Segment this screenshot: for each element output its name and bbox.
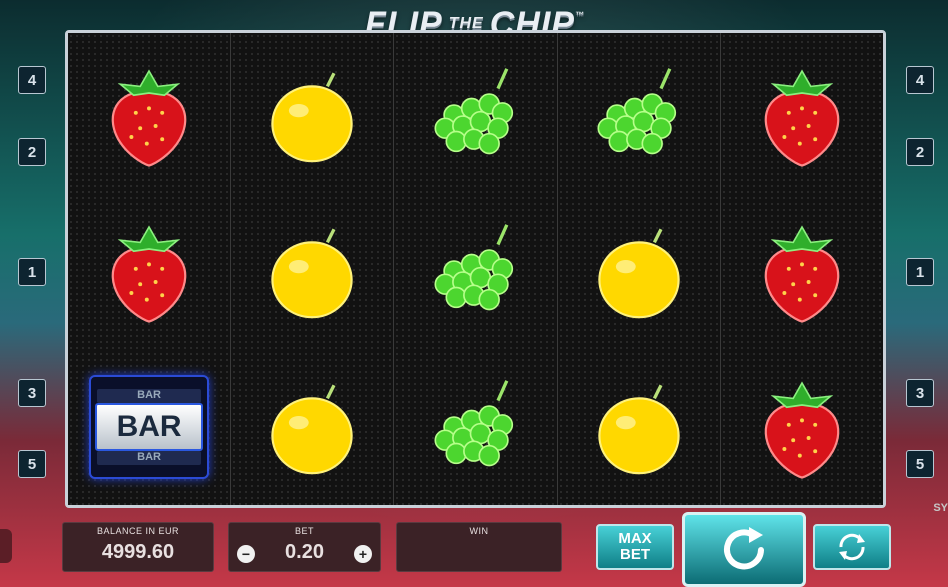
win-panel: WIN <box>396 522 562 572</box>
payline-marker-left-4[interactable]: 4 <box>18 66 46 94</box>
symbol-grapes <box>394 193 556 349</box>
symbol-lemon <box>558 349 720 505</box>
payline-marker-right-4[interactable]: 4 <box>906 66 934 94</box>
payline-marker-left-5[interactable]: 5 <box>18 450 46 478</box>
payline-marker-right-2[interactable]: 2 <box>906 138 934 166</box>
symbol-lemon <box>231 37 393 193</box>
reel-5 <box>720 33 884 505</box>
trademark: ™ <box>574 10 585 20</box>
symbol-lemon <box>558 193 720 349</box>
reel-window: BAR BAR BAR <box>65 30 886 508</box>
max-bet-button[interactable]: MAX BET <box>596 524 674 570</box>
max-bet-line2: BET <box>620 546 650 563</box>
reel-1: BAR BAR BAR <box>68 33 232 505</box>
symbol-strawberry <box>68 37 230 193</box>
grapes-icon <box>433 224 513 311</box>
strawberry-icon <box>764 69 840 167</box>
symbol-lemon <box>231 193 393 349</box>
reel-3 <box>394 33 558 505</box>
lemon-icon <box>598 228 680 319</box>
lemon-icon <box>271 72 353 163</box>
bet-increase-button[interactable]: + <box>354 545 372 563</box>
grapes-icon <box>433 380 513 467</box>
payline-marker-right-5[interactable]: 5 <box>906 450 934 478</box>
side-menu-handle[interactable] <box>0 529 12 563</box>
reel-4 <box>557 33 721 505</box>
symbol-strawberry <box>721 349 883 505</box>
balance-value: 4999.60 <box>101 541 175 563</box>
symbol-strawberry <box>721 193 883 349</box>
bet-label: BET <box>294 526 314 536</box>
balance-panel: BALANCE IN EUR 4999.60 <box>62 522 214 572</box>
symbol-grapes <box>394 37 556 193</box>
lemon-icon <box>598 384 680 475</box>
payline-marker-left-3[interactable]: 3 <box>18 379 46 407</box>
bar-plate: BAR <box>95 403 204 451</box>
strawberry-icon <box>764 225 840 323</box>
symbol-grapes <box>394 349 556 505</box>
reel-2 <box>231 33 395 505</box>
bet-decrease-button[interactable]: − <box>237 545 255 563</box>
symbol-bar: BAR BAR BAR <box>68 349 230 505</box>
spin-button[interactable] <box>682 512 806 587</box>
symbol-strawberry <box>721 37 883 193</box>
max-bet-line1: MAX <box>618 530 652 547</box>
spin-arrow-icon <box>724 526 764 569</box>
lemon-icon <box>271 384 353 475</box>
symbol-lemon <box>231 349 393 505</box>
payline-marker-right-1[interactable]: 1 <box>906 258 934 286</box>
balance-label: BALANCE IN EUR <box>96 526 180 536</box>
grapes-icon <box>597 68 676 155</box>
strawberry-icon <box>111 225 187 323</box>
bar-edge-bottom: BAR <box>97 451 202 465</box>
bar-edge-top: BAR <box>97 389 202 403</box>
bar-icon: BAR BAR BAR <box>89 375 210 479</box>
payline-marker-left-1[interactable]: 1 <box>18 258 46 286</box>
grapes-icon <box>433 68 513 155</box>
win-label: WIN <box>469 526 489 536</box>
payline-marker-right-3[interactable]: 3 <box>906 379 934 407</box>
payline-marker-left-2[interactable]: 2 <box>18 138 46 166</box>
autoplay-icon <box>839 533 865 561</box>
brand-label: SY <box>933 502 948 514</box>
strawberry-icon <box>764 381 840 479</box>
symbol-strawberry <box>68 193 230 349</box>
autoplay-button[interactable] <box>813 524 891 570</box>
strawberry-icon <box>111 69 187 167</box>
bet-panel: BET 0.20 − + <box>228 522 381 572</box>
symbol-grapes <box>558 37 720 193</box>
lemon-icon <box>271 228 353 319</box>
